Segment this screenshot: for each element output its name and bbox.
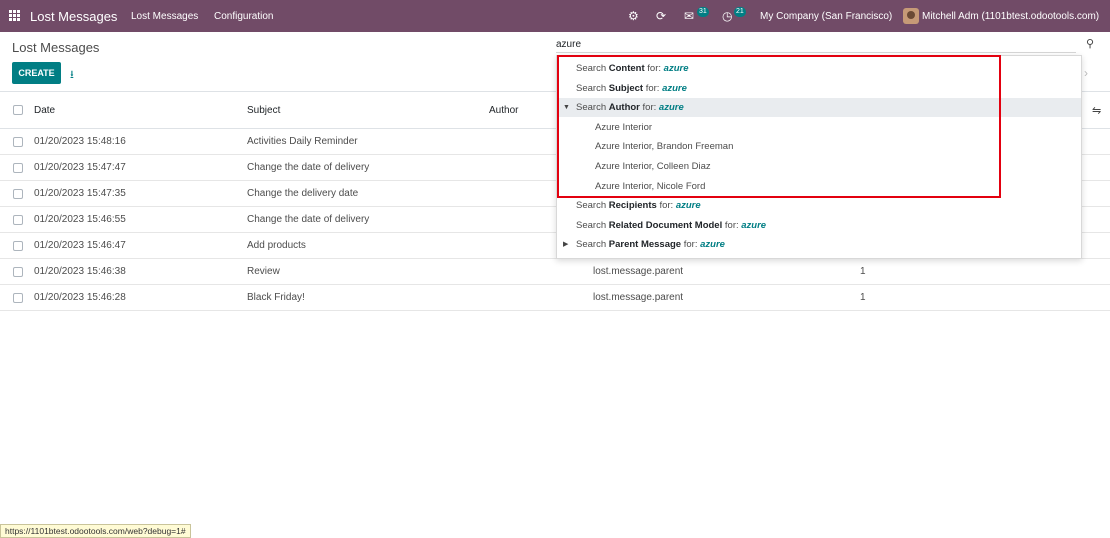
row-checkbox[interactable] <box>13 241 23 251</box>
cell-parent-model: lost.message.parent <box>593 292 684 303</box>
refresh-icon[interactable]: ⟳ <box>656 9 666 23</box>
table-row[interactable]: 01/20/2023 15:46:38 Review lost.message.pa… <box>0 259 1110 285</box>
activity-count-badge: 21 <box>734 7 746 17</box>
search-parent-message-option[interactable]: ▶ Search Parent Message for: azure <box>557 235 1081 254</box>
column-subject[interactable]: Subject <box>247 105 280 116</box>
menu-configuration[interactable]: Configuration <box>214 11 273 22</box>
select-all-checkbox[interactable] <box>13 105 23 115</box>
column-date[interactable]: Date <box>34 105 55 116</box>
cell-subject: Review <box>247 266 280 277</box>
page-title: Lost Messages <box>12 40 100 55</box>
cell-subject: Add products <box>247 240 306 251</box>
cell-date: 01/20/2023 15:46:38 <box>34 266 126 277</box>
apps-grid-icon[interactable] <box>9 10 20 21</box>
cell-subject: Change the delivery date <box>247 188 359 199</box>
expand-caret-icon[interactable]: ▶ <box>563 235 568 254</box>
create-button[interactable]: CREATE <box>12 62 61 84</box>
cell-date: 01/20/2023 15:46:47 <box>34 240 126 251</box>
collapse-caret-icon[interactable]: ▼ <box>563 98 570 117</box>
search-author-option[interactable]: ▼ Search Author for: azure <box>557 98 1081 118</box>
author-suggestion-item[interactable]: Azure Interior, Brandon Freeman <box>557 137 1081 156</box>
chat-icon[interactable]: ✉ <box>684 9 694 23</box>
row-checkbox[interactable] <box>13 215 23 225</box>
user-menu[interactable]: Mitchell Adm (1101btest.odootools.com) <box>922 11 1099 22</box>
chat-count-badge: 31 <box>697 7 709 17</box>
search-content-option[interactable]: Search Content for: azure <box>557 59 1081 78</box>
top-navbar: Lost Messages Lost Messages Configuratio… <box>0 0 1110 32</box>
cell-subject: Black Friday! <box>247 292 305 303</box>
row-checkbox[interactable] <box>13 267 23 277</box>
pager-next-icon[interactable]: › <box>1084 66 1088 80</box>
search-icon[interactable]: ⚲ <box>1086 37 1094 50</box>
cell-date: 01/20/2023 15:47:47 <box>34 162 126 173</box>
author-suggestion-item[interactable]: Azure Interior <box>557 118 1081 137</box>
row-checkbox[interactable] <box>13 293 23 303</box>
cell-date: 01/20/2023 15:46:28 <box>34 292 126 303</box>
row-checkbox[interactable] <box>13 137 23 147</box>
cell-parent-model: lost.message.parent <box>593 266 684 277</box>
cell-count: 1 <box>860 292 866 303</box>
cell-date: 01/20/2023 15:46:55 <box>34 214 126 225</box>
cell-subject: Change the date of delivery <box>247 162 370 173</box>
author-suggestion-item[interactable]: Azure Interior, Colleen Diaz <box>557 157 1081 176</box>
table-row[interactable]: 01/20/2023 15:46:28 Black Friday! lost.mes… <box>0 285 1110 311</box>
search-subject-option[interactable]: Search Subject for: azure <box>557 79 1081 98</box>
menu-lost-messages[interactable]: Lost Messages <box>131 11 198 22</box>
author-suggestion-item[interactable]: Azure Interior, Nicole Ford <box>557 177 1081 196</box>
app-title[interactable]: Lost Messages <box>30 9 117 24</box>
download-icon[interactable]: ⭳ <box>70 66 74 85</box>
search-input[interactable] <box>556 36 1076 53</box>
cell-count: 1 <box>860 266 866 277</box>
row-checkbox[interactable] <box>13 163 23 173</box>
avatar[interactable] <box>903 8 919 24</box>
search-related-model-option[interactable]: Search Related Document Model for: azure <box>557 216 1081 235</box>
company-switcher[interactable]: My Company (San Francisco) <box>760 11 892 22</box>
cell-subject: Change the date of delivery <box>247 214 370 225</box>
bug-icon[interactable]: ⚙ <box>628 9 639 23</box>
search-autocomplete: Search Content for: azure Search Subject … <box>556 55 1082 259</box>
row-checkbox[interactable] <box>13 189 23 199</box>
optional-columns-icon[interactable]: ⇋ <box>1092 104 1101 117</box>
cell-date: 01/20/2023 15:48:16 <box>34 136 126 147</box>
column-author[interactable]: Author <box>489 105 518 116</box>
cell-subject: Activities Daily Reminder <box>247 136 358 147</box>
clock-icon[interactable]: ◷ <box>722 9 732 23</box>
cell-date: 01/20/2023 15:47:35 <box>34 188 126 199</box>
status-bar-url: https://1101btest.odootools.com/web?debu… <box>0 524 191 538</box>
search-recipients-option[interactable]: Search Recipients for: azure <box>557 196 1081 215</box>
